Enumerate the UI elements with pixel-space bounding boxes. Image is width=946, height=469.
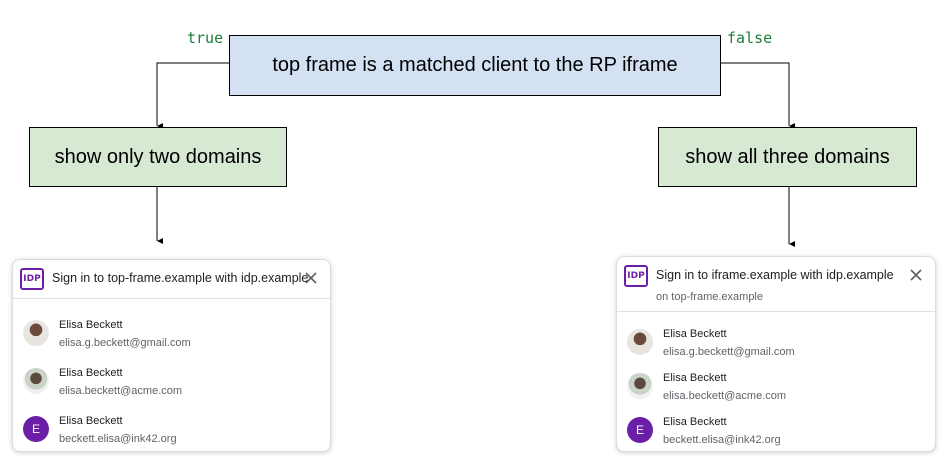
dialog-header: IDP Sign in to top-frame.example with id…	[13, 260, 330, 299]
account-email: beckett.elisa@ink42.org	[59, 433, 177, 445]
false-branch-label: false	[727, 29, 773, 47]
account-item[interactable]: E Elisa Beckett beckett.elisa@ink42.org	[617, 409, 935, 453]
dialog-title: Sign in to top-frame.example with idp.ex…	[52, 271, 309, 285]
account-email: beckett.elisa@ink42.org	[663, 434, 781, 446]
account-name: Elisa Beckett	[663, 416, 727, 428]
dialog-header: IDP Sign in to iframe.example with idp.e…	[617, 257, 935, 312]
account-item[interactable]: Elisa Beckett elisa.g.beckett@gmail.com	[617, 321, 935, 365]
avatar	[23, 320, 49, 346]
account-item[interactable]: E Elisa Beckett beckett.elisa@ink42.org	[13, 408, 330, 456]
account-list: Elisa Beckett elisa.g.beckett@gmail.com …	[617, 312, 935, 453]
account-email: elisa.beckett@acme.com	[663, 390, 787, 402]
account-email: elisa.g.beckett@gmail.com	[663, 346, 795, 358]
account-email: elisa.g.beckett@gmail.com	[59, 337, 191, 349]
signin-dialog-three-domains: IDP Sign in to iframe.example with idp.e…	[616, 256, 936, 452]
account-list: Elisa Beckett elisa.g.beckett@gmail.com …	[13, 299, 330, 456]
account-name: Elisa Beckett	[59, 319, 123, 331]
decision-text: top frame is a matched client to the RP …	[272, 54, 678, 76]
avatar-initial: E	[23, 416, 49, 442]
account-name: Elisa Beckett	[59, 367, 123, 379]
true-branch-arrow	[156, 62, 229, 129]
idp-logo-icon: IDP	[20, 268, 44, 290]
avatar	[23, 368, 49, 394]
avatar	[627, 373, 653, 399]
left-action-node: show only two domains	[29, 127, 287, 187]
account-email: elisa.beckett@acme.com	[59, 385, 183, 397]
avatar	[627, 329, 653, 355]
idp-logo-icon: IDP	[624, 265, 648, 287]
close-icon[interactable]	[907, 266, 925, 284]
right-action-text: show all three domains	[685, 145, 890, 168]
dialog-title: Sign in to iframe.example with idp.examp…	[656, 268, 894, 282]
account-name: Elisa Beckett	[663, 328, 727, 340]
account-name: Elisa Beckett	[663, 372, 727, 384]
dialog-subtitle: on top-frame.example	[656, 291, 763, 303]
true-branch-label: true	[187, 29, 224, 47]
close-icon[interactable]	[302, 269, 320, 287]
right-action-node: show all three domains	[658, 127, 917, 187]
left-action-text: show only two domains	[54, 145, 262, 168]
signin-dialog-two-domains: IDP Sign in to top-frame.example with id…	[12, 259, 331, 452]
false-branch-arrow	[721, 62, 795, 129]
account-item[interactable]: Elisa Beckett elisa.beckett@acme.com	[617, 365, 935, 409]
avatar-initial: E	[627, 417, 653, 443]
account-item[interactable]: Elisa Beckett elisa.g.beckett@gmail.com	[13, 312, 330, 360]
account-name: Elisa Beckett	[59, 415, 123, 427]
decision-node: top frame is a matched client to the RP …	[229, 35, 721, 96]
account-item[interactable]: Elisa Beckett elisa.beckett@acme.com	[13, 360, 330, 408]
